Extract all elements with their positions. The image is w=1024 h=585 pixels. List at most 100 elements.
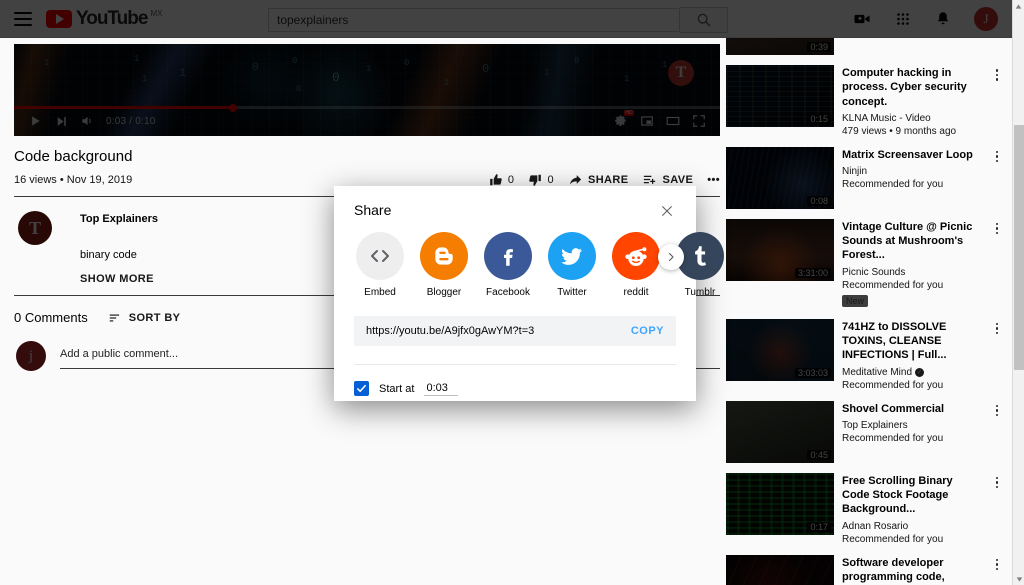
commenter-avatar: j: [16, 341, 46, 371]
video-title[interactable]: Software developer programming code, loo…: [842, 556, 982, 585]
start-at-label: Start at: [379, 382, 415, 395]
video-title[interactable]: Shovel Commercial: [842, 402, 982, 416]
save-button[interactable]: SAVE: [642, 172, 693, 187]
scrollbar-thumb[interactable]: [1014, 125, 1024, 370]
code-glyph: 0: [332, 70, 340, 85]
scroll-down-arrow-icon[interactable]: [1013, 573, 1024, 585]
channel-name[interactable]: Top Explainers: [80, 213, 158, 225]
copy-button[interactable]: COPY: [631, 325, 664, 337]
video-channel[interactable]: Adnan Rosario: [842, 521, 982, 532]
share-target-embed[interactable]: Embed: [356, 232, 404, 298]
channel-watermark[interactable]: T: [668, 60, 694, 86]
code-glyph: 1: [662, 60, 668, 70]
chevron-right-icon[interactable]: [658, 244, 684, 270]
video-channel[interactable]: Picnic Sounds: [842, 267, 982, 278]
video-info: Software developer programming code, loo…: [842, 555, 982, 585]
video-thumbnail[interactable]: 0:45: [726, 400, 834, 463]
more-options-icon[interactable]: [990, 555, 1004, 585]
scroll-up-arrow-icon[interactable]: [1013, 0, 1024, 12]
video-info: Matrix Screensaver Loop Ninjin Recommend…: [842, 147, 982, 209]
apps-grid-icon[interactable]: [894, 10, 912, 28]
video-player[interactable]: 1 1 1 1 0 0 0 0 1 0 1 0 1 0 1 1 T 0:03 /…: [14, 44, 720, 136]
list-item[interactable]: 0:11 Software developer programming code…: [726, 550, 1012, 585]
video-thumbnail[interactable]: 3:31:00: [726, 218, 834, 281]
search-button[interactable]: [680, 7, 728, 33]
video-title[interactable]: Free Scrolling Binary Code Stock Footage…: [842, 474, 982, 517]
miniplayer-icon[interactable]: [634, 108, 660, 134]
video-thumbnail[interactable]: 0:15: [726, 65, 834, 127]
video-thumbnail[interactable]: 0:11: [726, 554, 834, 585]
youtube-watch-page: YouTube MX topexplainers J 1 1 1 1 0 0 0…: [0, 0, 1024, 585]
dislike-button[interactable]: 0: [528, 173, 554, 187]
more-options-icon[interactable]: [990, 473, 1004, 545]
more-options-icon[interactable]: [990, 319, 1004, 391]
sort-by-button[interactable]: SORT BY: [108, 311, 181, 325]
verified-badge-icon: ✓: [915, 367, 925, 377]
control-row: 0:03 / 0:10 HD: [14, 108, 720, 134]
youtube-logo[interactable]: YouTube MX: [46, 9, 162, 28]
start-at-input[interactable]: 0:03: [424, 382, 459, 396]
fullscreen-icon[interactable]: [686, 108, 712, 134]
list-item[interactable]: 0:45 Shovel Commercial Top Explainers Re…: [726, 396, 1012, 468]
video-channel[interactable]: Top Explainers: [842, 420, 982, 431]
new-badge: New: [842, 294, 869, 307]
close-icon[interactable]: [658, 202, 676, 220]
video-channel[interactable]: Ninjin: [842, 166, 982, 177]
video-thumbnail[interactable]: 0:08: [726, 146, 834, 209]
more-options-icon[interactable]: [990, 147, 1004, 209]
show-more-button[interactable]: SHOW MORE: [80, 273, 158, 285]
account-avatar[interactable]: J: [974, 7, 998, 31]
share-url-row[interactable]: https://youtu.be/A9jfx0gAwYM?t=3 COPY: [354, 316, 676, 346]
volume-icon[interactable]: [74, 108, 100, 134]
hamburger-menu-icon[interactable]: [14, 11, 32, 26]
search-area: [268, 7, 728, 33]
more-options-icon[interactable]: [990, 219, 1004, 309]
video-title[interactable]: Vintage Culture @ Picnic Sounds at Mushr…: [842, 220, 982, 263]
share-target-tumblr[interactable]: Tumblr: [676, 232, 724, 298]
list-item[interactable]: 0:39: [726, 38, 1012, 60]
time-display: 0:03 / 0:10: [106, 115, 156, 127]
video-channel[interactable]: Meditative Mind ✓: [842, 367, 982, 378]
list-item[interactable]: 3:31:00 Vintage Culture @ Picnic Sounds …: [726, 214, 1012, 314]
share-target-reddit[interactable]: reddit: [612, 232, 660, 298]
like-button[interactable]: 0: [489, 173, 515, 187]
video-title[interactable]: Computer hacking in process. Cyber secur…: [842, 66, 982, 109]
video-camera-plus-icon[interactable]: [852, 9, 872, 29]
more-options-icon[interactable]: [990, 401, 1004, 463]
bell-icon[interactable]: [934, 10, 952, 28]
video-meta: Recommended for you: [842, 279, 944, 291]
page-title: Code background: [14, 148, 133, 165]
share-target-label: Twitter: [557, 287, 587, 298]
share-target-label: Embed: [364, 287, 396, 298]
list-item[interactable]: 0:15 Computer hacking in process. Cyber …: [726, 60, 1012, 142]
theater-mode-icon[interactable]: [660, 108, 686, 134]
search-box[interactable]: [268, 8, 680, 32]
video-title[interactable]: Matrix Screensaver Loop: [842, 148, 982, 162]
page-scrollbar[interactable]: [1012, 0, 1024, 585]
list-item[interactable]: 3:03:03 741HZ to DISSOLVE TOXINS, CLEANS…: [726, 314, 1012, 396]
share-target-twitter[interactable]: Twitter: [548, 232, 596, 298]
more-options-icon[interactable]: [990, 65, 1004, 137]
video-channel[interactable]: KLNA Music - Video: [842, 113, 982, 124]
video-info: Free Scrolling Binary Code Stock Footage…: [842, 473, 982, 545]
video-thumbnail[interactable]: 0:17: [726, 472, 834, 535]
start-at-checkbox[interactable]: [354, 381, 369, 396]
share-button[interactable]: SHARE: [568, 172, 629, 187]
recommendations-sidebar: 0:39 0:15 Computer hacking in process. C…: [726, 38, 1012, 585]
video-thumbnail[interactable]: 0:39: [726, 38, 834, 55]
list-item[interactable]: 0:17 Free Scrolling Binary Code Stock Fo…: [726, 468, 1012, 550]
play-icon[interactable]: [22, 108, 48, 134]
video-duration: 3:03:03: [794, 367, 831, 378]
video-thumbnail[interactable]: 3:03:03: [726, 318, 834, 381]
share-target-facebook[interactable]: Facebook: [484, 232, 532, 298]
video-title[interactable]: 741HZ to DISSOLVE TOXINS, CLEANSE INFECT…: [842, 320, 982, 363]
channel-avatar[interactable]: T: [18, 211, 52, 245]
more-actions-button[interactable]: •••: [707, 174, 720, 186]
share-url-text[interactable]: https://youtu.be/A9jfx0gAwYM?t=3: [366, 325, 631, 337]
next-video-icon[interactable]: [48, 108, 74, 134]
gear-icon[interactable]: HD: [608, 108, 634, 134]
list-item[interactable]: 0:08 Matrix Screensaver Loop Ninjin Reco…: [726, 142, 1012, 214]
share-target-blogger[interactable]: Blogger: [420, 232, 468, 298]
video-duration: 0:17: [807, 521, 831, 532]
search-input[interactable]: [277, 13, 671, 27]
